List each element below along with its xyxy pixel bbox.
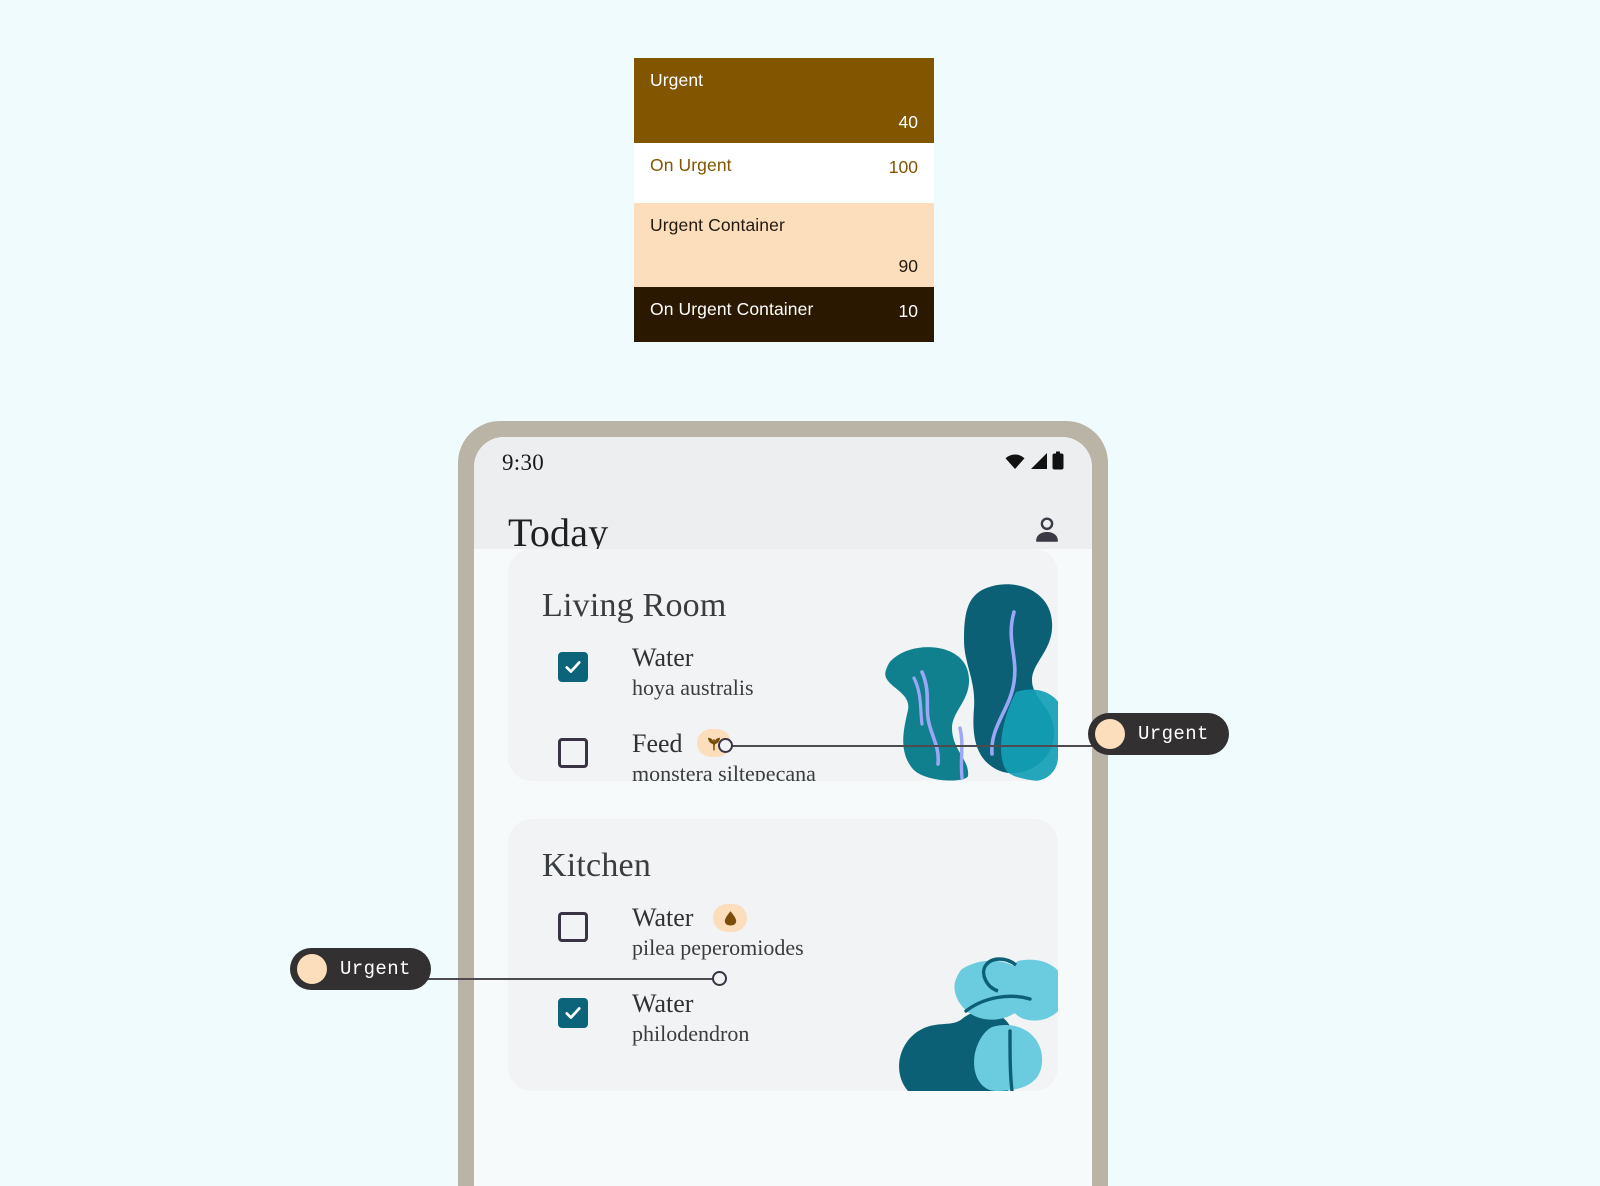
task-plant-name: philodendron — [632, 1020, 750, 1046]
task-action-label: Water — [632, 903, 694, 932]
water-drop-icon[interactable] — [713, 903, 748, 932]
task-text: Water philodendron — [632, 989, 749, 1049]
swatch-row-on-urgent[interactable]: On Urgent 100 — [634, 143, 934, 203]
task-action-label: Water — [632, 643, 694, 672]
task-plant-name: hoya australis — [632, 675, 754, 701]
card-kitchen[interactable]: Kitchen Water pilea peperomiodes Water p… — [508, 819, 1058, 1091]
card-title: Living Room — [542, 587, 727, 624]
task-plant-name: monstera siltepecana — [632, 760, 816, 781]
swatch-name: Urgent — [650, 70, 704, 90]
callout-leader-line-left — [424, 978, 720, 980]
task-action-label: Water — [632, 988, 694, 1018]
callout-label: Urgent — [1138, 723, 1209, 745]
task-list-living-room: Water hoya australis Feed monstera silte… — [508, 625, 1058, 781]
callout-leader-line-right — [728, 745, 1096, 747]
phone-mockup: 9:30 Today Living Room Water hoya austra… — [458, 421, 1108, 1186]
status-bar-clock: 9:30 — [502, 450, 545, 475]
callout-label: Urgent — [340, 958, 411, 980]
callout-color-dot — [1095, 719, 1125, 749]
swatch-tone-value: 40 — [898, 111, 918, 132]
swatch-name: On Urgent Container — [650, 299, 814, 319]
swatch-tone-value: 90 — [898, 255, 918, 276]
task-checkbox-checked[interactable] — [558, 997, 588, 1028]
phone-screen: 9:30 Today Living Room Water hoya austra… — [474, 437, 1092, 1186]
battery-icon — [1052, 451, 1064, 476]
design-canvas: Urgent 40 On Urgent 100 Urgent Container… — [0, 0, 1600, 1186]
task-checkbox-unchecked[interactable] — [558, 912, 588, 942]
task-text: Water hoya australis — [632, 643, 754, 703]
status-bar-icons — [1004, 451, 1064, 476]
task-row[interactable]: Water hoya australis — [508, 643, 1058, 703]
task-row[interactable]: Water pilea peperomiodes — [508, 903, 1058, 963]
task-checkbox-unchecked[interactable] — [558, 737, 588, 768]
callout-urgent-left[interactable]: Urgent — [290, 948, 431, 990]
callout-anchor-node-left — [712, 971, 727, 986]
wifi-icon — [1004, 452, 1026, 475]
task-checkbox-checked[interactable] — [558, 652, 588, 682]
callout-anchor-node-right — [718, 738, 733, 753]
cell-signal-icon — [1029, 452, 1049, 475]
color-swatch-stack: Urgent 40 On Urgent 100 Urgent Container… — [634, 58, 934, 342]
status-bar: 9:30 — [474, 437, 1092, 489]
account-circle-icon[interactable] — [1030, 513, 1064, 552]
card-title: Kitchen — [542, 847, 652, 884]
swatch-row-urgent-container[interactable]: Urgent Container 90 — [634, 203, 934, 287]
task-action-label: Feed — [632, 728, 683, 758]
task-row[interactable]: Feed monstera siltepecana — [508, 729, 1058, 781]
swatch-row-urgent[interactable]: Urgent 40 — [634, 58, 934, 143]
swatch-tone-value: 100 — [888, 157, 918, 177]
task-list-kitchen: Water pilea peperomiodes Water philodend… — [508, 885, 1058, 1048]
task-action: Water — [632, 903, 804, 932]
task-action: Water — [632, 989, 749, 1018]
swatch-tone-value: 10 — [898, 301, 918, 321]
task-text: Water pilea peperomiodes — [632, 903, 804, 963]
task-content-scroll[interactable]: Living Room Water hoya australis Feed mo… — [474, 549, 1092, 1186]
callout-urgent-right[interactable]: Urgent — [1088, 713, 1229, 755]
swatch-row-on-urgent-container[interactable]: On Urgent Container 10 — [634, 287, 934, 342]
task-plant-name: pilea peperomiodes — [632, 935, 804, 961]
callout-color-dot — [297, 954, 327, 984]
task-row[interactable]: Water philodendron — [508, 989, 1058, 1049]
swatch-name: On Urgent — [650, 155, 732, 175]
swatch-name: Urgent Container — [650, 215, 785, 235]
task-action: Water — [632, 643, 754, 672]
task-text: Feed monstera siltepecana — [632, 729, 816, 781]
